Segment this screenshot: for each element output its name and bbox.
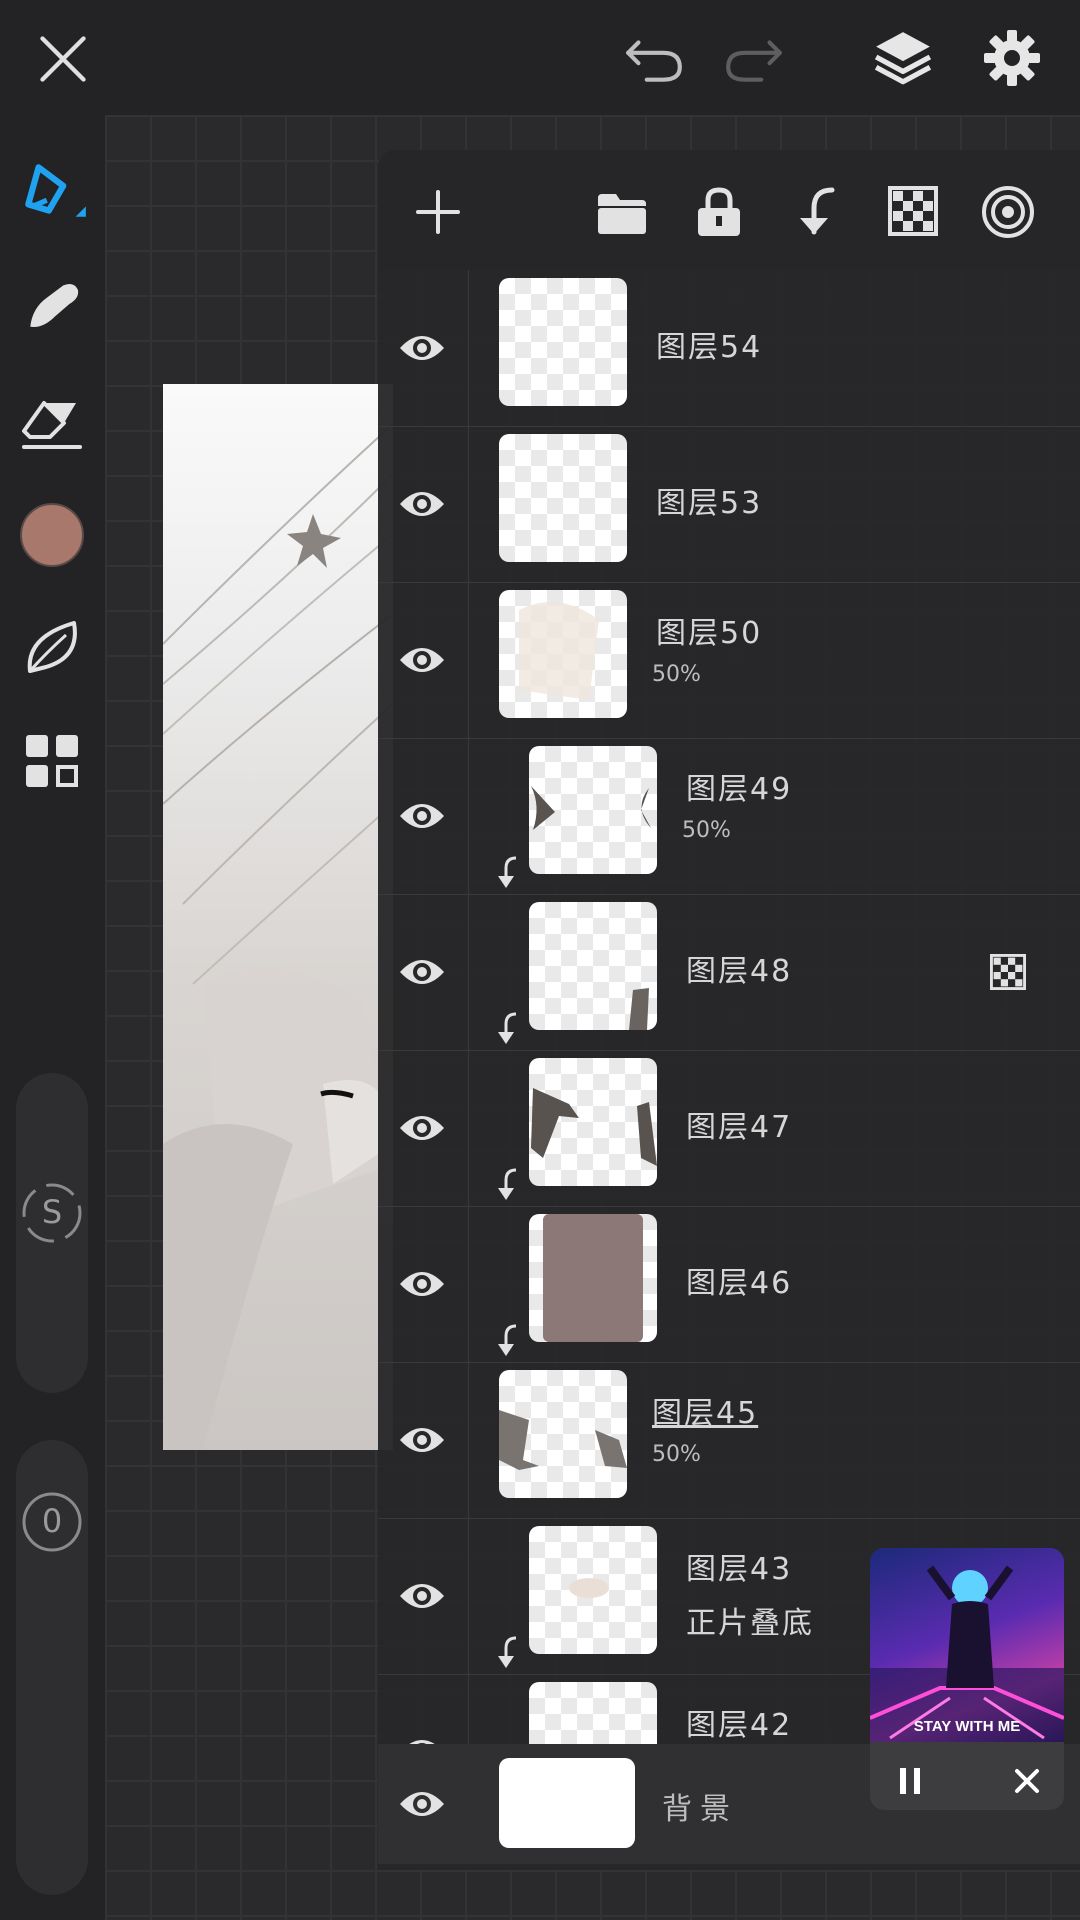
top-bar bbox=[0, 0, 1080, 115]
layer-name: 图层48 bbox=[686, 954, 793, 989]
clipping-mask-icon bbox=[494, 1324, 522, 1358]
eye-icon[interactable] bbox=[398, 796, 446, 836]
layer-row[interactable]: 图层46 bbox=[378, 1206, 1080, 1363]
opacity-label: 0 bbox=[41, 1502, 63, 1540]
layers-icon[interactable] bbox=[872, 28, 934, 88]
tool-sidebar: S 0 bbox=[0, 115, 105, 1920]
layer-thumbnail[interactable] bbox=[499, 434, 627, 562]
clipping-mask-icon bbox=[494, 1636, 522, 1670]
alpha-lock-icon[interactable] bbox=[888, 186, 938, 236]
layer-name: 图层54 bbox=[656, 330, 763, 365]
pen-icon[interactable] bbox=[18, 155, 90, 227]
layer-name: 图层50 bbox=[656, 616, 763, 651]
eye-icon[interactable] bbox=[398, 1264, 446, 1304]
track-title: STAY WITH ME bbox=[913, 1718, 1021, 1735]
layer-row[interactable]: 图层45 50% bbox=[378, 1362, 1080, 1519]
eye-icon[interactable] bbox=[398, 1576, 446, 1616]
eye-icon[interactable] bbox=[398, 1108, 446, 1148]
add-layer-icon[interactable] bbox=[414, 188, 462, 236]
layer-row[interactable]: 图层53 bbox=[378, 426, 1080, 583]
visibility-column bbox=[378, 738, 469, 894]
layer-name: 图层42 bbox=[686, 1708, 793, 1743]
visibility-column bbox=[378, 426, 469, 582]
layer-name: 图层47 bbox=[686, 1110, 793, 1145]
eye-icon[interactable] bbox=[398, 952, 446, 992]
visibility-column bbox=[378, 1206, 469, 1362]
visibility-column bbox=[378, 894, 469, 1050]
layer-thumbnail[interactable] bbox=[529, 746, 657, 874]
gallery-icon[interactable] bbox=[24, 733, 80, 789]
clipping-mask-icon bbox=[494, 856, 522, 890]
close-icon[interactable] bbox=[1014, 1768, 1040, 1794]
layer-thumbnail[interactable] bbox=[499, 590, 627, 718]
layer-opacity: 50% bbox=[682, 818, 731, 843]
layer-name: 图层45 bbox=[652, 1396, 759, 1431]
merge-down-icon[interactable] bbox=[792, 184, 838, 240]
visibility-column bbox=[378, 582, 469, 738]
folder-icon[interactable] bbox=[594, 190, 650, 238]
smudge-icon[interactable] bbox=[22, 275, 84, 337]
eye-icon[interactable] bbox=[398, 1784, 446, 1824]
artwork-canvas[interactable] bbox=[163, 384, 393, 1450]
layer-name: 图层49 bbox=[686, 772, 793, 807]
eraser-icon[interactable] bbox=[20, 397, 84, 453]
redo-icon[interactable] bbox=[722, 32, 784, 84]
layer-thumbnail[interactable] bbox=[499, 278, 627, 406]
visibility-column bbox=[378, 1362, 469, 1518]
visibility-column bbox=[378, 270, 469, 426]
lock-icon[interactable] bbox=[694, 184, 744, 240]
target-icon[interactable] bbox=[980, 184, 1036, 240]
size-label: S bbox=[41, 1193, 63, 1231]
pause-icon[interactable] bbox=[898, 1766, 922, 1796]
undo-icon[interactable] bbox=[624, 32, 686, 84]
layer-row[interactable]: 图层48 bbox=[378, 894, 1080, 1051]
leaf-icon[interactable] bbox=[22, 617, 82, 677]
clipping-mask-icon bbox=[494, 1012, 522, 1046]
layer-row[interactable]: 图层49 50% bbox=[378, 738, 1080, 895]
close-icon[interactable] bbox=[36, 32, 90, 86]
layer-name: 图层43 bbox=[686, 1552, 793, 1587]
layer-thumbnail[interactable] bbox=[529, 902, 657, 1030]
album-art[interactable] bbox=[870, 1548, 1064, 1742]
layer-opacity: 50% bbox=[652, 662, 701, 687]
layer-opacity: 50% bbox=[652, 1442, 701, 1467]
layer-thumbnail[interactable] bbox=[499, 1370, 627, 1498]
clipping-mask-icon bbox=[494, 1168, 522, 1202]
layer-name: 图层53 bbox=[656, 486, 763, 521]
color-swatch[interactable] bbox=[20, 503, 84, 567]
eye-icon[interactable] bbox=[398, 484, 446, 524]
layer-thumbnail[interactable] bbox=[529, 1526, 657, 1654]
visibility-column bbox=[378, 1050, 469, 1206]
layer-name: 图层46 bbox=[686, 1266, 793, 1301]
layers-toolbar bbox=[378, 150, 1080, 270]
background-thumbnail[interactable] bbox=[499, 1758, 635, 1848]
layer-row[interactable]: 图层54 bbox=[378, 270, 1080, 427]
visibility-column bbox=[378, 1518, 469, 1674]
gear-icon[interactable] bbox=[982, 28, 1042, 88]
eye-icon[interactable] bbox=[398, 328, 446, 368]
eye-icon[interactable] bbox=[398, 1420, 446, 1460]
layer-row[interactable]: 图层47 bbox=[378, 1050, 1080, 1207]
alpha-lock-icon[interactable] bbox=[990, 954, 1026, 990]
layer-row[interactable]: 图层50 50% bbox=[378, 582, 1080, 739]
layer-thumbnail[interactable] bbox=[529, 1058, 657, 1186]
opacity-slider[interactable]: 0 bbox=[16, 1440, 88, 1895]
eye-icon[interactable] bbox=[398, 640, 446, 680]
brush-size-slider[interactable]: S bbox=[16, 1073, 88, 1393]
layer-thumbnail[interactable] bbox=[529, 1214, 657, 1342]
background-label: 背景 bbox=[662, 1792, 738, 1827]
blend-mode-label: 正片叠底 bbox=[686, 1606, 814, 1641]
floating-music-player[interactable]: STAY WITH ME bbox=[870, 1548, 1064, 1810]
